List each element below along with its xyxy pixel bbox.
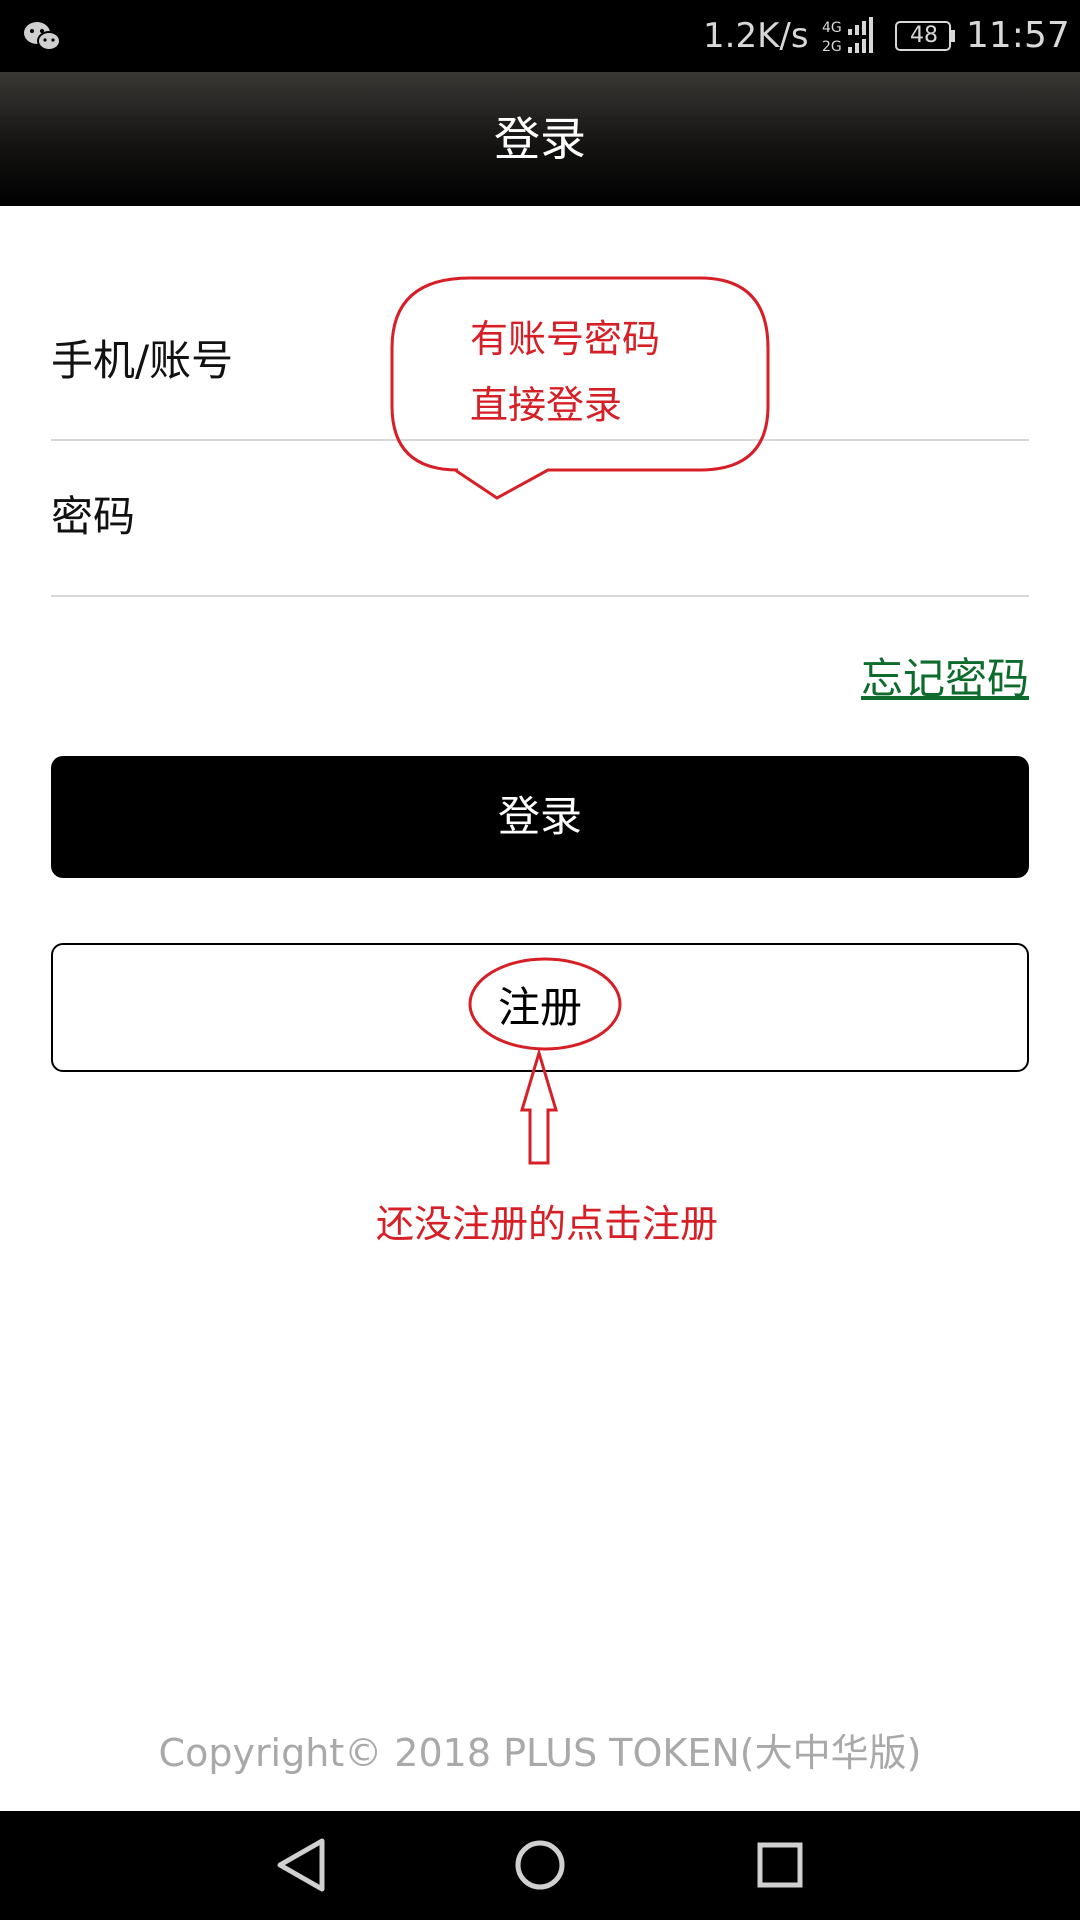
bubble-text-line1: 有账号密码	[470, 317, 661, 361]
back-icon	[277, 1838, 325, 1892]
system-nav-bar	[0, 1811, 1080, 1920]
register-hint: 还没注册的点击注册	[376, 1202, 719, 1246]
register-highlight-circle	[468, 957, 622, 1051]
bubble-text-line2: 直接登录	[470, 383, 623, 427]
annotation-overlay	[390, 276, 770, 1165]
home-button[interactable]	[480, 1811, 600, 1920]
copyright-text: Copyright© 2018 PLUS TOKEN(大中华版)	[158, 1731, 922, 1775]
up-arrow	[519, 1047, 559, 1165]
home-icon	[515, 1840, 565, 1890]
recents-icon	[757, 1842, 803, 1888]
recents-button[interactable]	[720, 1811, 840, 1920]
back-button[interactable]	[240, 1811, 360, 1920]
